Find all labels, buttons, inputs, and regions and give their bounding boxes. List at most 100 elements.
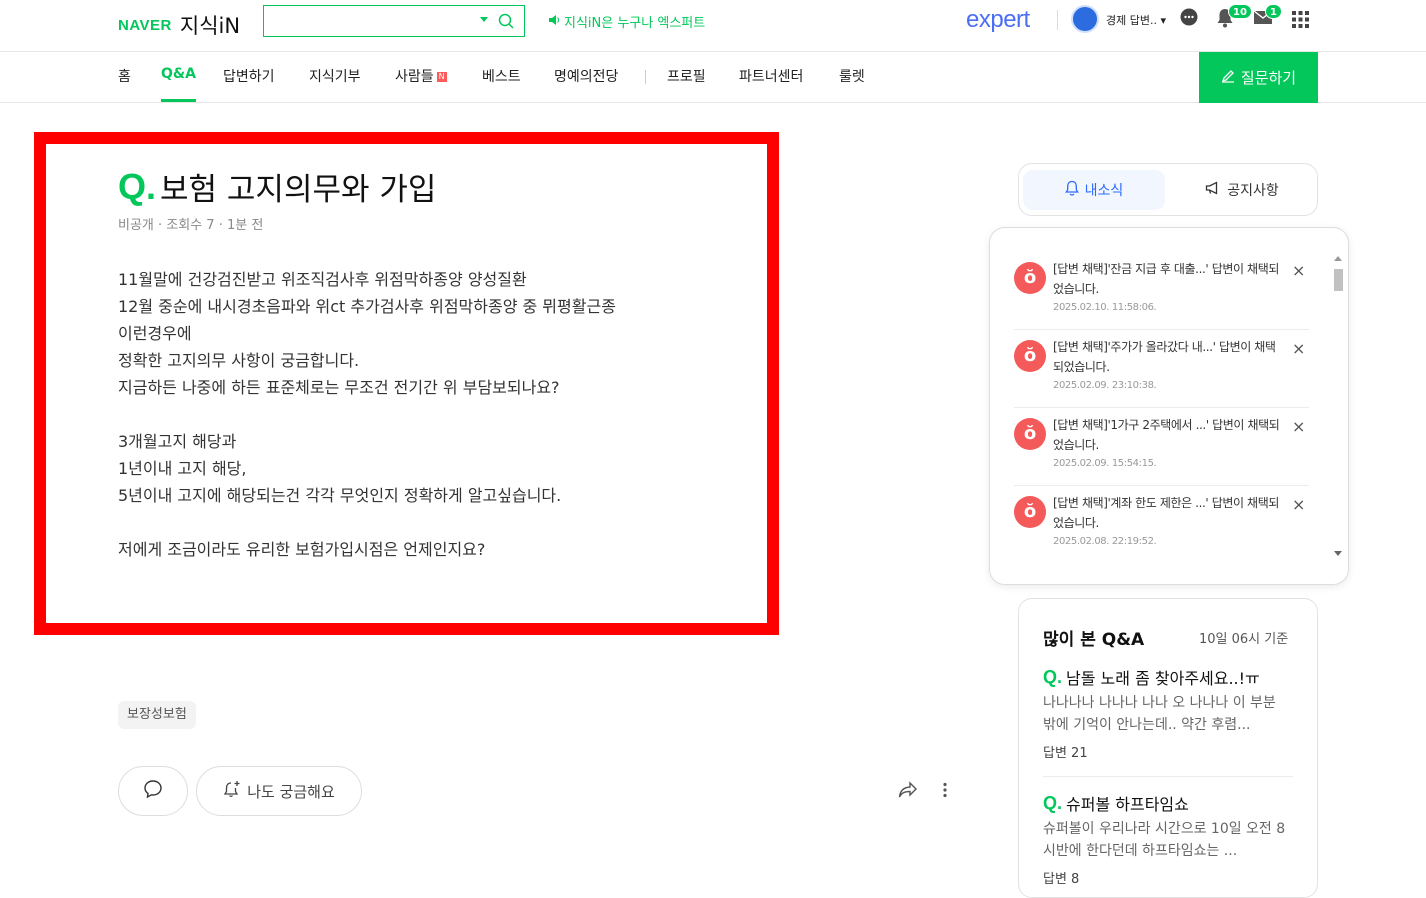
more-options-icon[interactable] xyxy=(942,782,948,802)
nav-people-label[interactable]: 사람들 xyxy=(395,69,434,85)
notification-icon: ŏ xyxy=(1014,496,1046,528)
close-icon[interactable]: × xyxy=(1292,339,1305,358)
popular-item-desc[interactable]: 나나나나 나나나 나나 오 나나나 이 부분 밖에 기억이 안나는데.. 약간 … xyxy=(1043,692,1293,736)
naver-logo[interactable]: NAVER xyxy=(118,17,172,34)
body-line: 11월말에 건강검진받고 위조직검사후 위점막하종양 양성질환 xyxy=(118,270,527,289)
promo-text[interactable]: 지식iN은 누구나 엑스퍼트 xyxy=(564,12,705,31)
notification-date: 2025.02.09. 23:10:38. xyxy=(1053,380,1157,391)
notification-item[interactable]: ŏ [답변 채택]'주가가 올라갔다 내...' 답변이 채택되었습니다. 20… xyxy=(1014,330,1309,408)
popular-item-title[interactable]: Q. 남돌 노래 좀 찾아주세요..!ㅠ xyxy=(1043,665,1293,689)
nav-answer[interactable]: 답변하기 xyxy=(223,66,275,102)
popular-item-answers: 답변 8 xyxy=(1043,872,1080,887)
ask-question-label[interactable]: 질문하기 xyxy=(1241,67,1296,88)
popular-item-title[interactable]: Q. 슈퍼볼 하프타임쇼 xyxy=(1043,791,1293,815)
nav-profile[interactable]: 프로필 xyxy=(667,66,706,102)
nav-hall-of-fame[interactable]: 명예의전당 xyxy=(554,66,618,102)
tab-my-news[interactable]: 내소식 xyxy=(1023,170,1165,210)
search-dropdown-icon[interactable] xyxy=(480,17,488,22)
body-line: 이런경우에 xyxy=(118,324,192,343)
scroll-thumb[interactable] xyxy=(1334,269,1343,291)
nav-donate[interactable]: 지식기부 xyxy=(309,66,361,102)
username[interactable]: 경제 답변.. xyxy=(1106,14,1157,27)
notification-icon: ŏ xyxy=(1014,418,1046,450)
tab-my-news-label[interactable]: 내소식 xyxy=(1085,180,1124,200)
question-meta: 비공개 · 조회수 7 · 1분 전 xyxy=(118,218,264,233)
notification-date: 2025.02.10. 11:58:06. xyxy=(1053,302,1157,313)
chat-icon[interactable] xyxy=(1180,8,1198,30)
body-line: 1년이내 고지 해당, xyxy=(118,459,247,478)
ask-question-button[interactable]: 질문하기 xyxy=(1199,52,1318,103)
comment-button[interactable] xyxy=(118,766,188,816)
notification-panel: ŏ [답변 채택]'잔금 지급 후 대출...' 답변이 채택되었습니다. 20… xyxy=(989,227,1349,585)
popular-item-title-text[interactable]: 슈퍼볼 하프타임쇼 xyxy=(1066,791,1189,815)
popular-qna-box: 많이 본 Q&A 10일 06시 기준 Q. 남돌 노래 좀 찾아주세요..!ㅠ … xyxy=(1018,598,1318,898)
scrollbar[interactable] xyxy=(1332,253,1344,559)
tab-notice[interactable]: 공지사항 xyxy=(1169,170,1315,210)
nav-divider xyxy=(645,70,646,84)
divider xyxy=(1043,776,1293,777)
question-title: Q. 보험 고지의무와 가입 xyxy=(118,164,436,209)
nav-qna[interactable]: Q&A xyxy=(161,66,196,102)
scroll-up-icon[interactable] xyxy=(1334,256,1342,261)
close-icon[interactable]: × xyxy=(1292,495,1305,514)
notification-item[interactable]: ŏ [답변 채택]'계좌 한도 제한은 ...' 답변이 채택되었습니다. 20… xyxy=(1014,486,1309,564)
nav-partner-center[interactable]: 파트너센터 xyxy=(739,66,803,102)
q-mark: Q. xyxy=(1043,666,1063,687)
nav-roulette[interactable]: 룰렛 xyxy=(839,66,865,102)
nav-people[interactable]: 사람들 N xyxy=(395,66,447,102)
close-icon[interactable]: × xyxy=(1292,261,1305,280)
popular-time: 10일 06시 기준 xyxy=(1199,632,1289,647)
bell-icon xyxy=(1064,180,1079,200)
mail-count-badge: 1 xyxy=(1265,4,1282,19)
notification-text[interactable]: [답변 채택]'계좌 한도 제한은 ...' 답변이 채택되었습니다. xyxy=(1053,493,1285,533)
popular-item[interactable]: Q. 남돌 노래 좀 찾아주세요..!ㅠ 나나나나 나나나 나나 오 나나나 이 … xyxy=(1043,665,1293,762)
popular-item-answers: 답변 21 xyxy=(1043,746,1088,761)
megaphone-icon xyxy=(1205,181,1221,199)
notification-icon: ŏ xyxy=(1014,262,1046,294)
notification-item[interactable]: ŏ [답변 채택]'1가구 2주택에서 ...' 답변이 채택되었습니다. 20… xyxy=(1014,408,1309,486)
body-line: 3개월고지 해당과 xyxy=(118,432,237,451)
scroll-down-icon[interactable] xyxy=(1334,551,1342,556)
mail-icon[interactable]: 1 xyxy=(1253,4,1282,30)
nav-home[interactable]: 홈 xyxy=(118,66,131,102)
nav-best[interactable]: 베스트 xyxy=(482,66,521,102)
avatar[interactable] xyxy=(1071,5,1099,33)
popular-item-title-text[interactable]: 남돌 노래 좀 찾아주세요..!ㅠ xyxy=(1066,665,1260,689)
tab-notice-label[interactable]: 공지사항 xyxy=(1227,180,1279,200)
body-line: 12월 중순에 내시경초음파와 위ct 추가검사후 위점막하종양 중 뮈평활근종 xyxy=(118,297,616,316)
question-tag[interactable]: 보장성보험 xyxy=(118,701,196,729)
promo-link[interactable]: 지식iN은 누구나 엑스퍼트 xyxy=(548,12,705,31)
curious-label[interactable]: 나도 궁금해요 xyxy=(247,781,335,802)
notification-text[interactable]: [답변 채택]'1가구 2주택에서 ...' 답변이 채택되었습니다. xyxy=(1053,415,1285,455)
body-line: 지금하든 나중에 하든 표준체로는 무조건 전기간 위 부담보되나요? xyxy=(118,378,560,397)
expert-logo[interactable]: expert xyxy=(966,6,1030,34)
alarm-icon[interactable]: 10 xyxy=(1216,4,1252,32)
body-line: 저에게 조금이라도 유리한 보험가입시점은 언제인지요? xyxy=(118,540,486,559)
notification-text[interactable]: [답변 채택]'주가가 올라갔다 내...' 답변이 채택되었습니다. xyxy=(1053,337,1285,377)
notification-icon: ŏ xyxy=(1014,340,1046,372)
username-menu[interactable]: 경제 답변.. ▾ xyxy=(1106,12,1166,28)
curious-button[interactable]: 나도 궁금해요 xyxy=(196,766,362,816)
new-badge: N xyxy=(436,72,447,82)
body-line: 5년이내 고지에 해당되는건 각각 무엇인지 정확하게 알고싶습니다. xyxy=(118,486,562,505)
body-line xyxy=(118,401,616,428)
notification-item[interactable]: ŏ [답변 채택]'잔금 지급 후 대출...' 답변이 채택되었습니다. 20… xyxy=(1014,252,1309,330)
body-line xyxy=(118,509,616,536)
divider xyxy=(1057,10,1058,30)
comment-icon xyxy=(143,779,163,803)
popular-title: 많이 본 Q&A xyxy=(1043,630,1145,650)
search-icon[interactable] xyxy=(498,13,514,33)
question-body: 11월말에 건강검진받고 위조직검사후 위점막하종양 양성질환 12월 중순에 … xyxy=(118,266,616,563)
logo[interactable]: NAVER 지식iN xyxy=(118,10,240,40)
popular-item-desc[interactable]: 슈퍼볼이 우리나라 시간으로 10일 오전 8시반에 한다던데 하프타임쇼는 .… xyxy=(1043,818,1293,862)
question-title-text: 보험 고지의무와 가입 xyxy=(160,172,437,208)
top-bar: NAVER 지식iN 지식iN은 누구나 엑스퍼트 expert 경제 답변..… xyxy=(0,0,1426,52)
speaker-icon xyxy=(548,14,560,30)
notification-text[interactable]: [답변 채택]'잔금 지급 후 대출...' 답변이 채택되었습니다. xyxy=(1053,259,1285,299)
kin-logo[interactable]: 지식iN xyxy=(180,10,240,40)
share-icon[interactable] xyxy=(898,781,918,803)
search-box[interactable] xyxy=(263,5,525,37)
apps-grid-icon[interactable] xyxy=(1292,11,1309,32)
notification-date: 2025.02.09. 15:54:15. xyxy=(1053,458,1157,469)
close-icon[interactable]: × xyxy=(1292,417,1305,436)
